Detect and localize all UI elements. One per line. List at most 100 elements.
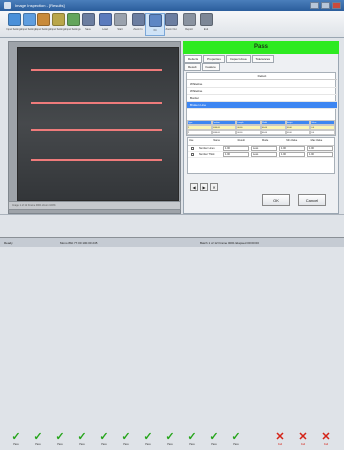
thumb-label: Pass <box>57 443 63 446</box>
result-thumb[interactable]: ✓ Pass <box>160 431 180 450</box>
result-thumb[interactable]: ✕ Fail <box>293 431 313 450</box>
subtab-feature[interactable]: Feature <box>201 63 220 71</box>
cancel-button[interactable]: Cancel <box>298 194 326 206</box>
result-thumb[interactable]: ✓ Pass <box>204 431 224 450</box>
grid-cell: 2 <box>187 130 212 135</box>
inspection-header: Max Value <box>310 139 323 142</box>
inspection-mode[interactable]: Less <box>251 152 277 157</box>
image-view[interactable] <box>17 47 179 201</box>
results-strip: ✓ Pass ✓ Pass ✓ Pass ✓ Pass ✓ Pass ✓ Pass ✓ Pass ✓ Pass… <box>0 214 344 446</box>
result-thumb[interactable]: ✓ Pass <box>50 431 70 450</box>
inspection-table: Use Name Result Mode Min Value Max Value Numb… <box>187 137 335 174</box>
grid-cell: 00.00 <box>261 130 286 135</box>
thumb-label: Pass <box>101 443 107 446</box>
check-icon: ✓ <box>77 431 87 443</box>
result-thumb[interactable]: ✓ Pass <box>116 431 136 450</box>
check-icon: ✓ <box>143 431 153 443</box>
result-thumb[interactable]: ✓ Pass <box>72 431 92 450</box>
toolbar-icon-12 <box>182 13 196 26</box>
use-checkbox[interactable] <box>191 146 194 150</box>
list-item[interactable]: Whiteline <box>187 81 337 88</box>
prev-button[interactable]: ◀ <box>190 183 198 191</box>
result-thumb[interactable]: ✓ Pass <box>94 431 114 450</box>
subtab-result[interactable]: Result <box>184 63 201 71</box>
toolbar-button-11[interactable]: Zoom Out <box>161 13 181 36</box>
result-thumb[interactable]: ✓ Pass <box>182 431 202 450</box>
status-bar: Ready Mono 8bit 77.00 100.00 245 Batch 1… <box>0 237 344 247</box>
grid-cell: 0000.00 <box>211 130 237 135</box>
table-row[interactable]: Number Thick 1.00 Less 1.00 1.00 <box>188 152 334 158</box>
minimize-button[interactable] <box>310 2 319 9</box>
x-icon: ✕ <box>298 431 308 443</box>
ok-button[interactable]: OK <box>262 194 290 206</box>
toolbar-icon-9 <box>131 13 145 26</box>
close-button[interactable] <box>332 2 341 9</box>
check-icon: ✓ <box>99 431 109 443</box>
toolbar-icon-6 <box>81 13 95 26</box>
check-icon: ✓ <box>187 431 197 443</box>
tab-tolerances[interactable]: Tolerances <box>251 55 275 63</box>
check-icon: ✓ <box>33 431 43 443</box>
app-icon <box>4 2 11 9</box>
list-item[interactable]: Broken Line <box>187 102 337 109</box>
toolbar-icon-13 <box>199 13 213 26</box>
check-icon: ✓ <box>55 431 65 443</box>
toolbar-button-label: Exit <box>203 28 209 31</box>
toolbar: Input Settings Input Settings Input Settin… <box>0 11 344 38</box>
inspection-max[interactable]: 1.00 <box>307 146 333 151</box>
thumb-label: Pass <box>211 443 217 446</box>
thumb-label: Pass <box>123 443 129 446</box>
inspection-header: Name <box>213 139 220 142</box>
tab-inspect-area[interactable]: Inspect Area <box>225 55 251 63</box>
result-thumb[interactable]: ✓ Pass <box>138 431 158 450</box>
detected-line-4 <box>31 159 162 161</box>
maximize-button[interactable] <box>321 2 330 9</box>
x-icon: ✕ <box>321 431 331 443</box>
inspection-name: Number Thick <box>199 153 215 156</box>
toolbar-icon-11 <box>164 13 178 26</box>
detected-line-1 <box>31 69 162 71</box>
list-item[interactable]: Border <box>187 95 337 102</box>
table-row[interactable]: 2 0000.00 00.00 00.00 00.00 0.0 <box>187 130 336 135</box>
inspection-result[interactable]: 1.00 <box>223 146 249 151</box>
thumb-label: Fail <box>277 443 283 446</box>
inspection-min[interactable]: 1.00 <box>279 146 305 151</box>
inspection-mode[interactable]: Less <box>251 146 277 151</box>
check-icon: ✓ <box>165 431 175 443</box>
tab-properties[interactable]: Properties <box>203 55 225 63</box>
thumb-label: Pass <box>13 443 19 446</box>
thumb-label: Fail <box>323 443 329 446</box>
result-thumb[interactable]: ✓ Pass <box>226 431 246 450</box>
check-icon: ✓ <box>121 431 131 443</box>
inspection-header: Mode <box>261 139 269 142</box>
inspection-result[interactable]: 1.00 <box>223 152 249 157</box>
tab-defects[interactable]: Defects <box>184 55 203 63</box>
thumb-label: Pass <box>145 443 151 446</box>
result-thumb[interactable]: ✕ Fail <box>270 431 290 450</box>
inspection-max[interactable]: 1.00 <box>307 152 333 157</box>
window-title: Image Inspection - [Results] <box>15 3 65 8</box>
toolbar-icon-8 <box>113 13 127 26</box>
list-item[interactable]: Whiteline <box>187 88 337 95</box>
result-thumb[interactable]: ✓ Pass <box>6 431 26 450</box>
x-icon: ✕ <box>275 431 285 443</box>
toolbar-icon-10 <box>148 14 162 27</box>
delete-button[interactable]: ✕ <box>210 183 218 191</box>
detected-line-2 <box>31 102 162 104</box>
grid-cell: 00.00 <box>236 130 262 135</box>
use-checkbox[interactable] <box>191 152 194 156</box>
grid-cell: 0.0 <box>310 130 336 135</box>
inspection-min[interactable]: 1.00 <box>279 152 305 157</box>
result-thumb[interactable]: ✓ Pass <box>28 431 48 450</box>
toolbar-button-13[interactable]: Exit <box>196 13 216 36</box>
thumb-label: Pass <box>189 443 195 446</box>
thumb-label: Pass <box>233 443 239 446</box>
toolbar-button-8[interactable]: Start <box>110 13 130 36</box>
next-button[interactable]: ▶ <box>200 183 208 191</box>
result-thumb[interactable]: ✕ Fail <box>316 431 336 450</box>
toolbar-button-label: Start <box>117 28 123 31</box>
measurement-grid: Type Position Length Width Height Value 1 0000.… <box>187 120 336 135</box>
grid-cell: 00.00 <box>285 130 311 135</box>
inspection-header: Min Value <box>286 139 298 142</box>
thumb-label: Fail <box>300 443 306 446</box>
